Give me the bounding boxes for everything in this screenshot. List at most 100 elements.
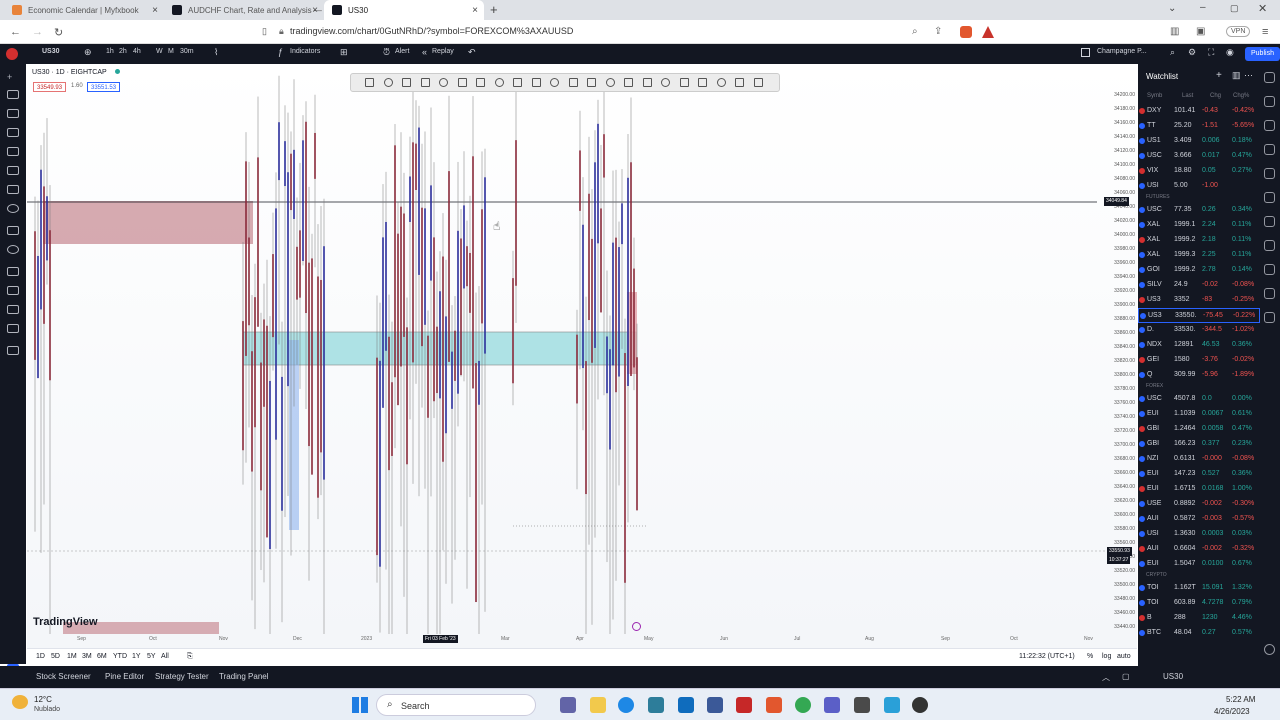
text-icon[interactable]	[7, 147, 19, 156]
replay-button[interactable]: Replay	[432, 48, 454, 55]
data-window-icon[interactable]	[1264, 120, 1275, 131]
alerts-icon[interactable]	[1264, 96, 1275, 107]
drawing-tool-icon[interactable]	[402, 78, 411, 87]
drawing-tool-icon[interactable]	[494, 78, 504, 87]
watchlist-row[interactable]: USI 1.3630 0.0003 0.03%	[1138, 527, 1260, 542]
event-marker-icon[interactable]	[632, 622, 641, 631]
add-symbol-icon[interactable]: +	[1216, 70, 1222, 81]
hotlist-icon[interactable]	[1264, 144, 1275, 155]
range-5d[interactable]: 5D	[51, 653, 60, 660]
drawing-tool-icon[interactable]	[624, 78, 633, 87]
edge-icon[interactable]	[618, 697, 634, 713]
watchlist-row[interactable]: GOI 1999.2 2.78 0.14%	[1138, 263, 1260, 278]
new-tab-icon[interactable]: +	[490, 2, 498, 17]
watchlist-row[interactable]: US3 3352 -83 -0.25%	[1138, 293, 1260, 308]
teams-chat-icon[interactable]	[824, 697, 840, 713]
watchlist-row[interactable]: USE 0.8892 -0.002 -0.30%	[1138, 497, 1260, 512]
close-tab-icon[interactable]: ×	[312, 5, 318, 16]
lock-drawings-icon[interactable]	[7, 286, 19, 295]
compare-icon[interactable]: ⊕	[84, 47, 92, 58]
app-icon[interactable]	[678, 697, 694, 713]
chart-type-icon[interactable]: ⌇	[214, 47, 218, 58]
drawing-tool-icon[interactable]	[457, 78, 467, 87]
undo-icon[interactable]: ↶	[468, 47, 476, 58]
tab-pine-editor[interactable]: Pine Editor	[105, 672, 144, 681]
tab-strategy-tester[interactable]: Strategy Tester	[155, 672, 209, 681]
buy-price-box[interactable]: 33551.53	[87, 82, 121, 92]
file-explorer-icon[interactable]	[590, 697, 606, 713]
drawing-tool-icon[interactable]	[698, 78, 707, 87]
drawing-tool-icon[interactable]	[420, 78, 430, 87]
range-6m[interactable]: 6M	[97, 653, 107, 660]
brave-shield-icon[interactable]	[960, 26, 972, 38]
interval-30m[interactable]: 30m	[180, 48, 194, 55]
symbol-legend[interactable]: US30 · 1D · EIGHTCAP	[32, 69, 120, 76]
weather-temp[interactable]: 12°C	[34, 695, 52, 704]
watchlist-row[interactable]: EUI 1.6715 0.0168 1.00%	[1138, 482, 1260, 497]
hide-drawings-icon[interactable]	[7, 305, 19, 314]
weather-icon[interactable]	[12, 695, 28, 709]
drawing-tool-icon[interactable]	[642, 78, 652, 87]
close-tab-icon[interactable]: ×	[152, 5, 158, 16]
supply-zone[interactable]	[43, 201, 253, 244]
magnifier-icon[interactable]	[7, 245, 19, 254]
watchlist-row[interactable]: NZI 0.6131 -0.000 -0.08%	[1138, 452, 1260, 467]
drawing-tool-icon[interactable]	[476, 78, 485, 87]
range-ytd[interactable]: YTD	[113, 653, 127, 660]
alert-button[interactable]: Alert	[395, 48, 409, 55]
ruler-icon[interactable]	[7, 226, 19, 235]
interval-4h[interactable]: 4h	[133, 48, 141, 55]
chrome-icon[interactable]	[795, 697, 811, 713]
watchlist-row[interactable]: USC 4507.8 0.0 0.00%	[1138, 392, 1260, 407]
trendline-icon[interactable]	[7, 90, 19, 99]
watchlist-view-icon[interactable]: ▥	[1232, 70, 1241, 81]
settings-icon[interactable]: ⚙	[1188, 47, 1196, 58]
close-tab-icon[interactable]: ×	[472, 5, 478, 16]
teams-icon[interactable]	[560, 697, 576, 713]
app-icon[interactable]	[854, 697, 870, 713]
watchlist-row[interactable]: EUI 147.23 0.527 0.36%	[1138, 467, 1260, 482]
drawing-tool-icon[interactable]	[365, 78, 374, 87]
range-1d[interactable]: 1D	[36, 653, 45, 660]
drawing-tool-icon[interactable]	[735, 78, 744, 87]
watchlist-row[interactable]: XAL 1999.2 2.18 0.11%	[1138, 233, 1260, 248]
watchlist-row[interactable]: USC 77.35 0.26 0.34%	[1138, 203, 1260, 218]
interval-m[interactable]: M	[168, 48, 174, 55]
bookmark-icon[interactable]: ▯	[262, 26, 267, 37]
menu-icon[interactable]: ≡	[1262, 26, 1268, 38]
watchlist-row[interactable]: XAL 1999.1 2.24 0.11%	[1138, 218, 1260, 233]
chart-canvas[interactable]	[27, 64, 1137, 648]
publish-button[interactable]: Publish	[1245, 47, 1280, 61]
tab-stock-screener[interactable]: Stock Screener	[36, 672, 91, 681]
minimize-icon[interactable]: –	[1200, 2, 1206, 13]
chat-icon[interactable]	[1264, 216, 1275, 227]
watchlist-row[interactable]: TOI 1.162T 15.091 1.32%	[1138, 581, 1260, 596]
watchlist-footer-symbol[interactable]: US30	[1163, 672, 1183, 681]
streams-icon[interactable]	[1264, 240, 1275, 251]
drawing-tool-icon[interactable]	[679, 78, 689, 87]
watchlist-row[interactable]: SILV 24.9 -0.02 -0.08%	[1138, 278, 1260, 293]
share-icon[interactable]: ⇪	[934, 26, 942, 37]
drawing-tool-icon[interactable]	[753, 78, 763, 87]
goto-date-icon[interactable]: ⎘	[187, 653, 193, 661]
eye-icon[interactable]	[7, 324, 19, 333]
watchlist-row[interactable]: EUI 1.5047 0.0100 0.67%	[1138, 557, 1260, 572]
drawing-tool-icon[interactable]	[716, 78, 726, 87]
search-icon[interactable]: ⌕	[1170, 47, 1175, 58]
clock[interactable]: 11:22:32 (UTC+1)	[1019, 653, 1075, 660]
calculator-icon[interactable]	[1264, 264, 1275, 275]
range-all[interactable]: All	[161, 653, 169, 660]
watchlist-row[interactable]: Q 309.99 -5.96 -1.89%	[1138, 368, 1260, 383]
notifications-icon[interactable]	[1264, 288, 1275, 299]
windows-start-icon[interactable]	[352, 697, 368, 713]
layout-icon[interactable]	[1081, 48, 1090, 57]
brave-icon[interactable]	[766, 697, 782, 713]
drawing-tool-icon[interactable]	[439, 78, 448, 87]
zoom-in-icon[interactable]	[7, 204, 19, 213]
watchlist-row[interactable]: NDX 12891 46.53 0.36%	[1138, 338, 1260, 353]
app-icon[interactable]	[707, 697, 723, 713]
watchlist-row[interactable]: VIX 18.80 0.05 0.27%	[1138, 164, 1260, 179]
watchlist-row[interactable]: D. 33530. -344.5 -1.02%	[1138, 323, 1260, 338]
browser-tab[interactable]: AUDCHF Chart, Rate and Analysis — T ×	[164, 0, 324, 20]
vpn-button[interactable]: VPN	[1226, 26, 1251, 37]
